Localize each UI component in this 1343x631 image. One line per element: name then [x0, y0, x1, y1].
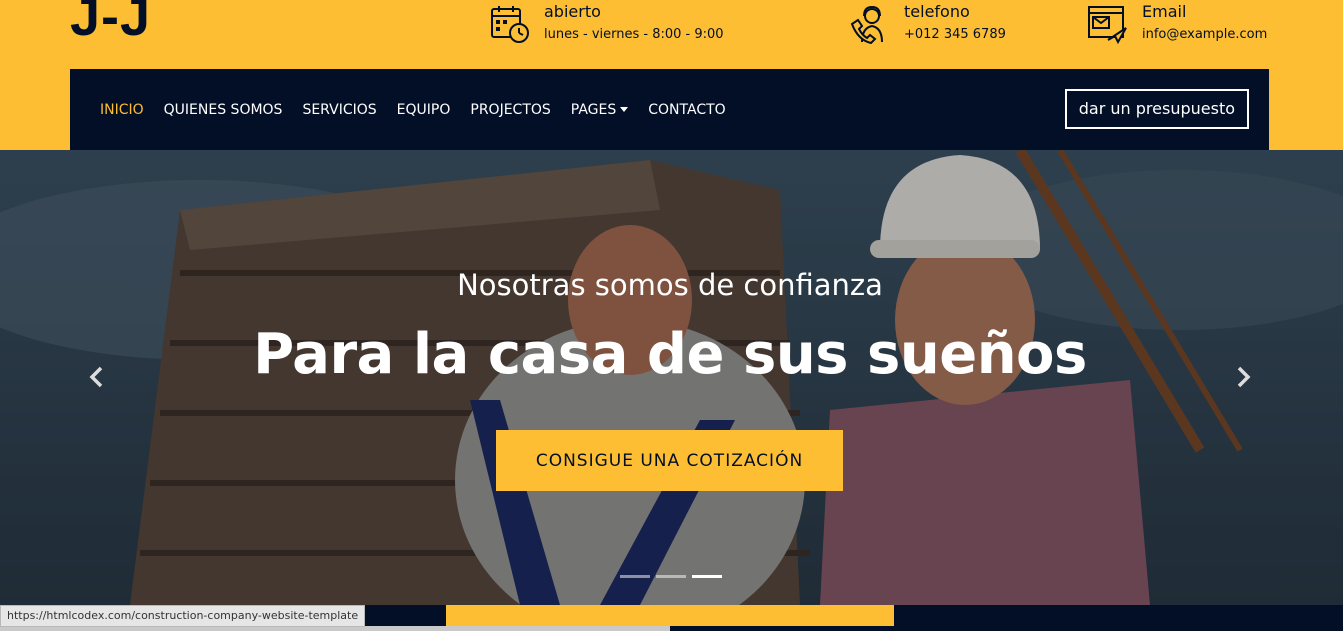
phone-info: telefono +012 345 6789 [850, 2, 1006, 44]
nav-item-projectos[interactable]: PROJECTOS [470, 102, 550, 118]
hero-subtitle: Nosotras somos de confianza [457, 268, 883, 302]
opening-hours-info: abierto lunes - viernes - 8:00 - 9:00 [490, 2, 724, 44]
hero-title: Para la casa de sus sueños [253, 322, 1087, 387]
carousel-indicator[interactable] [620, 575, 650, 578]
calendar-clock-icon [491, 6, 529, 43]
info-detail: info@example.com [1142, 27, 1268, 42]
carousel-indicators [620, 575, 728, 578]
info-title: telefono [904, 2, 970, 21]
main-navbar: INICIO QUIENES SOMOS SERVICIOS EQUIPO PR… [70, 69, 1269, 150]
logo[interactable]: J-J [70, 0, 151, 48]
info-detail: lunes - viernes - 8:00 - 9:00 [544, 27, 724, 42]
nav-item-quienes-somos[interactable]: QUIENES SOMOS [164, 102, 283, 118]
yellow-block [446, 605, 894, 626]
nav-item-pages-dropdown[interactable]: PAGES [570, 101, 629, 118]
caret-down-icon [620, 107, 629, 112]
email-window-icon [1088, 6, 1127, 44]
carousel-indicator[interactable] [656, 575, 686, 578]
nav-item-contacto[interactable]: CONTACTO [648, 102, 725, 118]
browser-status-url: https://htmlcodex.com/construction-compa… [0, 605, 366, 627]
email-info: Email info@example.com [1088, 2, 1267, 44]
info-title: Email [1142, 2, 1187, 21]
nav-item-inicio[interactable]: INICIO [100, 102, 144, 118]
support-agent-icon [850, 5, 883, 44]
nav-item-label: PAGES [570, 101, 617, 118]
carousel-prev-icon[interactable] [82, 362, 112, 392]
info-title: abierto [544, 2, 601, 21]
carousel-indicator-active[interactable] [692, 575, 722, 578]
get-quote-button[interactable]: CONSIGUE UNA COTIZACIÓN [496, 430, 843, 491]
quote-button[interactable]: dar un presupuesto [1064, 89, 1249, 129]
carousel-next-icon[interactable] [1228, 362, 1258, 392]
info-detail: +012 345 6789 [904, 27, 1006, 42]
nav-item-equipo[interactable]: EQUIPO [397, 102, 451, 118]
nav-item-servicios[interactable]: SERVICIOS [302, 102, 376, 118]
hero-carousel: Nosotras somos de confianza Para la casa… [0, 150, 1343, 605]
